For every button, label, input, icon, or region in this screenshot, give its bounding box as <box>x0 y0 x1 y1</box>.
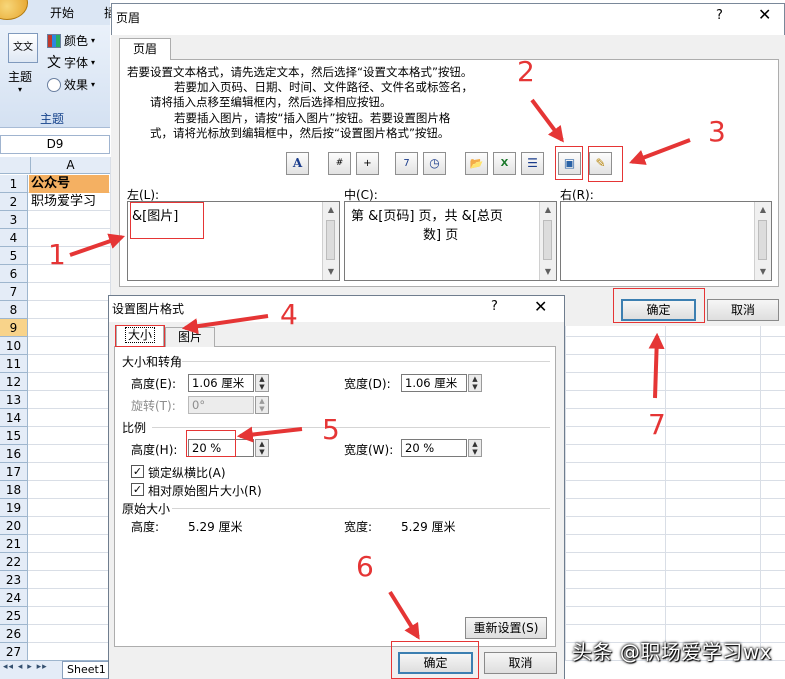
arrow-2 <box>530 98 564 143</box>
annotation-number-7: 7 <box>648 408 666 441</box>
annotation-number-2: 2 <box>517 55 535 88</box>
arrow-1 <box>69 233 126 257</box>
annotation-number-1: 1 <box>48 238 66 271</box>
annotation-number-6: 6 <box>356 550 374 583</box>
arrow-7 <box>648 332 665 399</box>
annotation-number-4: 4 <box>280 298 298 331</box>
arrow-3 <box>629 138 691 165</box>
annotation-number-5: 5 <box>322 413 340 446</box>
arrow-5 <box>236 426 303 443</box>
annotation-arrows <box>69 98 691 640</box>
annotation-number-3: 3 <box>708 115 726 148</box>
arrow-6 <box>388 590 420 640</box>
arrow-4 <box>181 314 269 335</box>
watermark: 头条 @职场爱学习wx <box>572 640 773 664</box>
